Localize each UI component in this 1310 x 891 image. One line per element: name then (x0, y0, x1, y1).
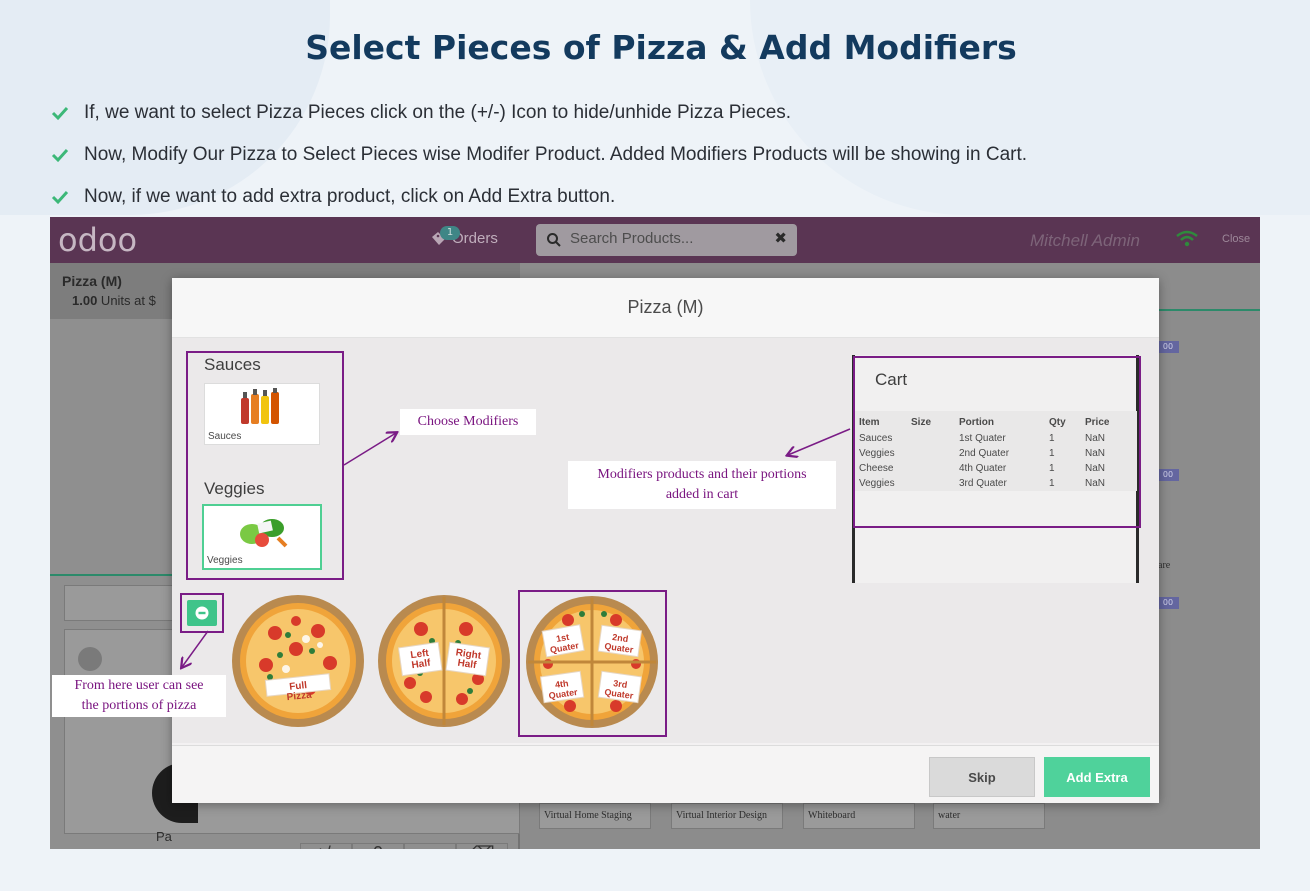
instruction-item: If, we want to select Pizza Pieces click… (50, 92, 1027, 134)
user-name[interactable]: Mitchell Admin (1030, 231, 1140, 251)
toggle-highlight-frame (180, 593, 224, 633)
annotation-text: From here user can see (74, 678, 204, 693)
order-line-name: Pizza (M) (62, 273, 122, 289)
pizza-image-quarters[interactable]: 1stQuater 2ndQuater 4thQuater 3rdQuater (524, 594, 660, 730)
numpad-key[interactable]: +/- (300, 843, 352, 849)
dialog-title: Pizza (M) (627, 297, 704, 317)
pizza-portions-row: FullPizza LeftHalf RightHalf 1stQuater 2… (172, 588, 1159, 743)
annotation-text: added in cart (665, 487, 739, 502)
price-tag: 00 (1157, 341, 1179, 353)
modifier-product-label: Sauces (208, 431, 242, 442)
skip-button[interactable]: Skip (929, 757, 1035, 797)
order-line-units-text: Units at $ (97, 293, 156, 308)
annotation-portions-note: From here user can see the portions of p… (52, 675, 226, 717)
modifier-product-veggies[interactable]: Veggies (202, 504, 322, 570)
pizza-image-full[interactable]: FullPizza (230, 593, 366, 729)
modifier-dialog: Pizza (M) Sauces Sauces Veggies Veggies … (172, 278, 1159, 803)
annotation-cart-note: Modifiers products and their portions ad… (568, 461, 836, 509)
instruction-text: If, we want to select Pizza Pieces click… (84, 102, 792, 123)
product-card[interactable]: Virtual Interior Design (671, 803, 783, 829)
veggies-image (240, 519, 288, 548)
modifier-product-label: Veggies (207, 555, 243, 566)
check-icon (51, 106, 69, 121)
backspace-icon[interactable]: ⌫ (456, 843, 508, 849)
sauces-image (241, 388, 279, 424)
close-button[interactable]: Close (1222, 233, 1250, 245)
instruction-text: Now, Modify Our Pizza to Select Pieces w… (84, 144, 1028, 165)
instruction-item: Now, if we want to add extra product, cl… (50, 176, 1027, 218)
annotation-text: Modifiers products and their portions (597, 467, 807, 482)
check-icon (51, 148, 69, 163)
price-tag: 00 (1157, 469, 1179, 481)
dialog-header: Pizza (M) (172, 278, 1159, 338)
numpad-key[interactable]: . (404, 843, 456, 849)
price-tag: 00 (1157, 597, 1179, 609)
close-icon[interactable]: ✖ (774, 229, 787, 247)
payment-label: Pa (156, 829, 172, 844)
annotation-choose-modifiers: Choose Modifiers (400, 409, 536, 435)
odoo-logo: odoo (58, 221, 138, 259)
add-extra-button[interactable]: Add Extra (1044, 757, 1150, 797)
modifier-product-sauces[interactable]: Sauces (204, 383, 320, 445)
section-title-veggies: Veggies (204, 479, 265, 498)
pizza-image-halves[interactable]: LeftHalf RightHalf (376, 593, 512, 729)
action-button[interactable] (64, 585, 174, 621)
search-icon (547, 233, 561, 247)
section-title-sauces: Sauces (204, 355, 261, 374)
cart-highlight-frame (853, 356, 1141, 528)
order-line-units: 1.00 Units at $ (72, 293, 156, 308)
product-card-label: are (1158, 560, 1171, 571)
pos-screenshot: odoo Orders 1 ✖ Mitchell Admin Close Piz… (50, 217, 1260, 849)
pos-topbar: odoo Orders 1 ✖ Mitchell Admin Close (50, 217, 1260, 263)
search-input[interactable] (570, 230, 760, 247)
product-card[interactable]: Whiteboard (803, 803, 915, 829)
instruction-item: Now, Modify Our Pizza to Select Pieces w… (50, 134, 1027, 176)
numpad-key[interactable]: 0 (352, 843, 404, 849)
check-icon (51, 190, 69, 205)
order-line-qty: 1.00 (72, 293, 98, 308)
product-card[interactable]: Virtual Home Staging (539, 803, 651, 829)
dialog-body: Sauces Sauces Veggies Veggies Cart Item … (172, 338, 1159, 743)
annotation-text: the portions of pizza (81, 698, 197, 713)
page-title: Select Pieces of Pizza & Add Modifiers (305, 28, 1017, 67)
search-box: ✖ (536, 224, 797, 256)
instruction-list: If, we want to select Pizza Pieces click… (50, 92, 1027, 218)
product-card[interactable]: water (933, 803, 1045, 829)
instruction-text: Now, if we want to add extra product, cl… (84, 186, 616, 207)
user-icon[interactable] (78, 647, 102, 671)
minus-circle-icon[interactable] (187, 600, 217, 626)
wifi-icon (1176, 230, 1198, 247)
dialog-footer: Skip Add Extra (172, 745, 1159, 803)
orders-count-badge: 1 (440, 226, 460, 240)
